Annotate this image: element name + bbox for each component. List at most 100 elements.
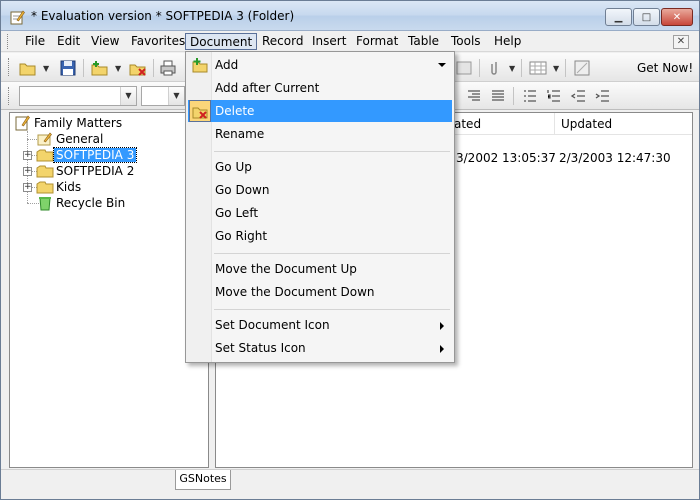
menu-item-go-down[interactable]: Go Down [188, 179, 452, 201]
increase-indent-icon[interactable] [593, 87, 611, 105]
table-icon[interactable] [529, 59, 547, 77]
chevron-down-icon[interactable]: ▼ [43, 65, 51, 73]
tree-label: SOFTPEDIA 2 [56, 164, 135, 178]
menu-item-set-document-icon[interactable]: Set Document Icon [188, 314, 452, 336]
menu-file[interactable]: File [21, 33, 49, 50]
toolbar-grip[interactable] [8, 87, 11, 105]
menu-item-rename[interactable]: Rename [188, 123, 452, 145]
folder-icon [36, 149, 54, 162]
toolbar-separator [153, 59, 154, 77]
tree-label: Kids [56, 180, 82, 194]
cell-created[interactable]: 3/2002 13:05:37 [456, 151, 556, 165]
menu-grip[interactable] [7, 34, 10, 49]
tree-label: Recycle Bin [56, 196, 126, 210]
menu-help[interactable]: Help [490, 33, 525, 50]
image-icon[interactable] [455, 59, 473, 77]
status-bar [1, 469, 699, 499]
menu-item-label: Go Up [215, 160, 252, 174]
toolbar-separator [521, 59, 522, 77]
menu-separator [214, 309, 450, 310]
open-folder-icon[interactable] [19, 59, 37, 77]
tree-label: General [56, 132, 104, 146]
chevron-down-icon[interactable]: ▼ [553, 65, 561, 73]
save-icon[interactable] [59, 59, 77, 77]
menu-tools[interactable]: Tools [447, 33, 485, 50]
chevron-down-icon[interactable]: ▼ [120, 87, 136, 105]
menu-item-move-document-down[interactable]: Move the Document Down [188, 281, 452, 303]
decrease-indent-icon[interactable] [569, 87, 587, 105]
document-menu-dropdown: Add Add after Current Delete Rename Go U… [185, 51, 455, 363]
notebook-icon [15, 115, 30, 131]
menu-item-label: Move the Document Down [215, 285, 375, 299]
tab-gsnotes[interactable]: GSNotes [175, 470, 231, 490]
menu-favorites[interactable]: Favorites [127, 33, 189, 50]
delete-folder-icon[interactable] [129, 59, 147, 77]
print-icon[interactable] [159, 59, 177, 77]
font-size-combo[interactable]: ▼ [141, 86, 185, 106]
submenu-arrow-icon [440, 345, 444, 353]
menu-item-go-right[interactable]: Go Right [188, 225, 452, 247]
menu-item-label: Add [215, 58, 239, 72]
font-name-combo[interactable]: ▼ [19, 86, 137, 106]
menu-record[interactable]: Record [258, 33, 307, 50]
expand-plus-icon[interactable]: + [23, 167, 32, 176]
chevron-down-icon[interactable]: ▼ [115, 65, 123, 73]
bullet-list-icon[interactable] [521, 87, 539, 105]
tree-item-kids[interactable]: Kids [36, 179, 83, 195]
tree-item-recycle-bin[interactable]: Recycle Bin [36, 195, 127, 211]
menu-item-set-status-icon[interactable]: Set Status Icon [188, 337, 452, 359]
get-now-link[interactable]: Get Now! [637, 61, 693, 75]
toolbar-separator [83, 59, 84, 77]
folder-tree-pane[interactable]: Family Matters General + SOFTPEDIA 3 + S… [9, 112, 209, 468]
menu-document[interactable]: Document [185, 33, 258, 50]
cell-updated[interactable]: 2/3/2003 12:47:30 [559, 151, 671, 165]
tree-label: SOFTPEDIA 3 [52, 147, 138, 163]
tree-item-softpedia-2[interactable]: SOFTPEDIA 2 [36, 163, 136, 179]
tree-item-general[interactable]: General [36, 131, 105, 147]
align-right-icon[interactable] [465, 87, 483, 105]
toolbar-grip[interactable] [8, 58, 11, 76]
expand-plus-icon[interactable]: + [23, 183, 32, 192]
add-document-icon [192, 58, 208, 73]
chevron-down-icon[interactable]: ▼ [509, 65, 517, 73]
menu-insert[interactable]: Insert [308, 33, 350, 50]
menu-edit[interactable]: Edit [53, 33, 84, 50]
document-pencil-icon [37, 132, 52, 146]
chevron-down-icon[interactable]: ▼ [168, 87, 184, 105]
menu-item-label: Add after Current [215, 81, 320, 95]
expand-plus-icon[interactable]: + [23, 151, 32, 160]
menu-table[interactable]: Table [404, 33, 443, 50]
menu-item-label: Set Document Icon [215, 318, 330, 332]
menu-separator [214, 151, 450, 152]
maximize-button[interactable]: □ [633, 8, 660, 26]
mdi-close-button[interactable]: ✕ [673, 35, 689, 49]
tree-root-family-matters[interactable]: Family Matters [14, 115, 124, 131]
menu-item-go-up[interactable]: Go Up [188, 156, 452, 178]
tree-item-softpedia-3[interactable]: SOFTPEDIA 3 [36, 147, 138, 163]
close-icon: ✕ [672, 11, 682, 23]
menu-separator [214, 253, 450, 254]
delete-document-icon [192, 107, 208, 119]
add-folder-icon[interactable] [91, 59, 109, 77]
title-bar[interactable]: * Evaluation version * SOFTPEDIA 3 (Fold… [1, 1, 699, 31]
toolbar-separator [565, 59, 566, 77]
menu-view[interactable]: View [87, 33, 123, 50]
menu-item-delete[interactable]: Delete [188, 100, 452, 122]
folder-icon [36, 165, 54, 178]
minimize-button[interactable]: ▁ [605, 8, 632, 26]
window-title: * Evaluation version * SOFTPEDIA 3 (Fold… [31, 9, 295, 23]
menu-item-move-document-up[interactable]: Move the Document Up [188, 258, 452, 280]
picture-icon[interactable] [573, 59, 591, 77]
column-header-updated[interactable]: Updated [554, 113, 692, 135]
toolbar-separator [513, 87, 514, 105]
menu-item-label: Move the Document Up [215, 262, 357, 276]
paperclip-icon[interactable] [487, 59, 505, 77]
menu-item-go-left[interactable]: Go Left [188, 202, 452, 224]
menu-item-label: Go Right [215, 229, 268, 243]
menu-item-add-after-current[interactable]: Add after Current [188, 77, 452, 99]
numbered-list-icon[interactable] [545, 87, 563, 105]
menu-item-add[interactable]: Add [188, 54, 452, 76]
align-justify-icon[interactable] [489, 87, 507, 105]
close-button[interactable]: ✕ [661, 8, 693, 26]
menu-format[interactable]: Format [352, 33, 402, 50]
